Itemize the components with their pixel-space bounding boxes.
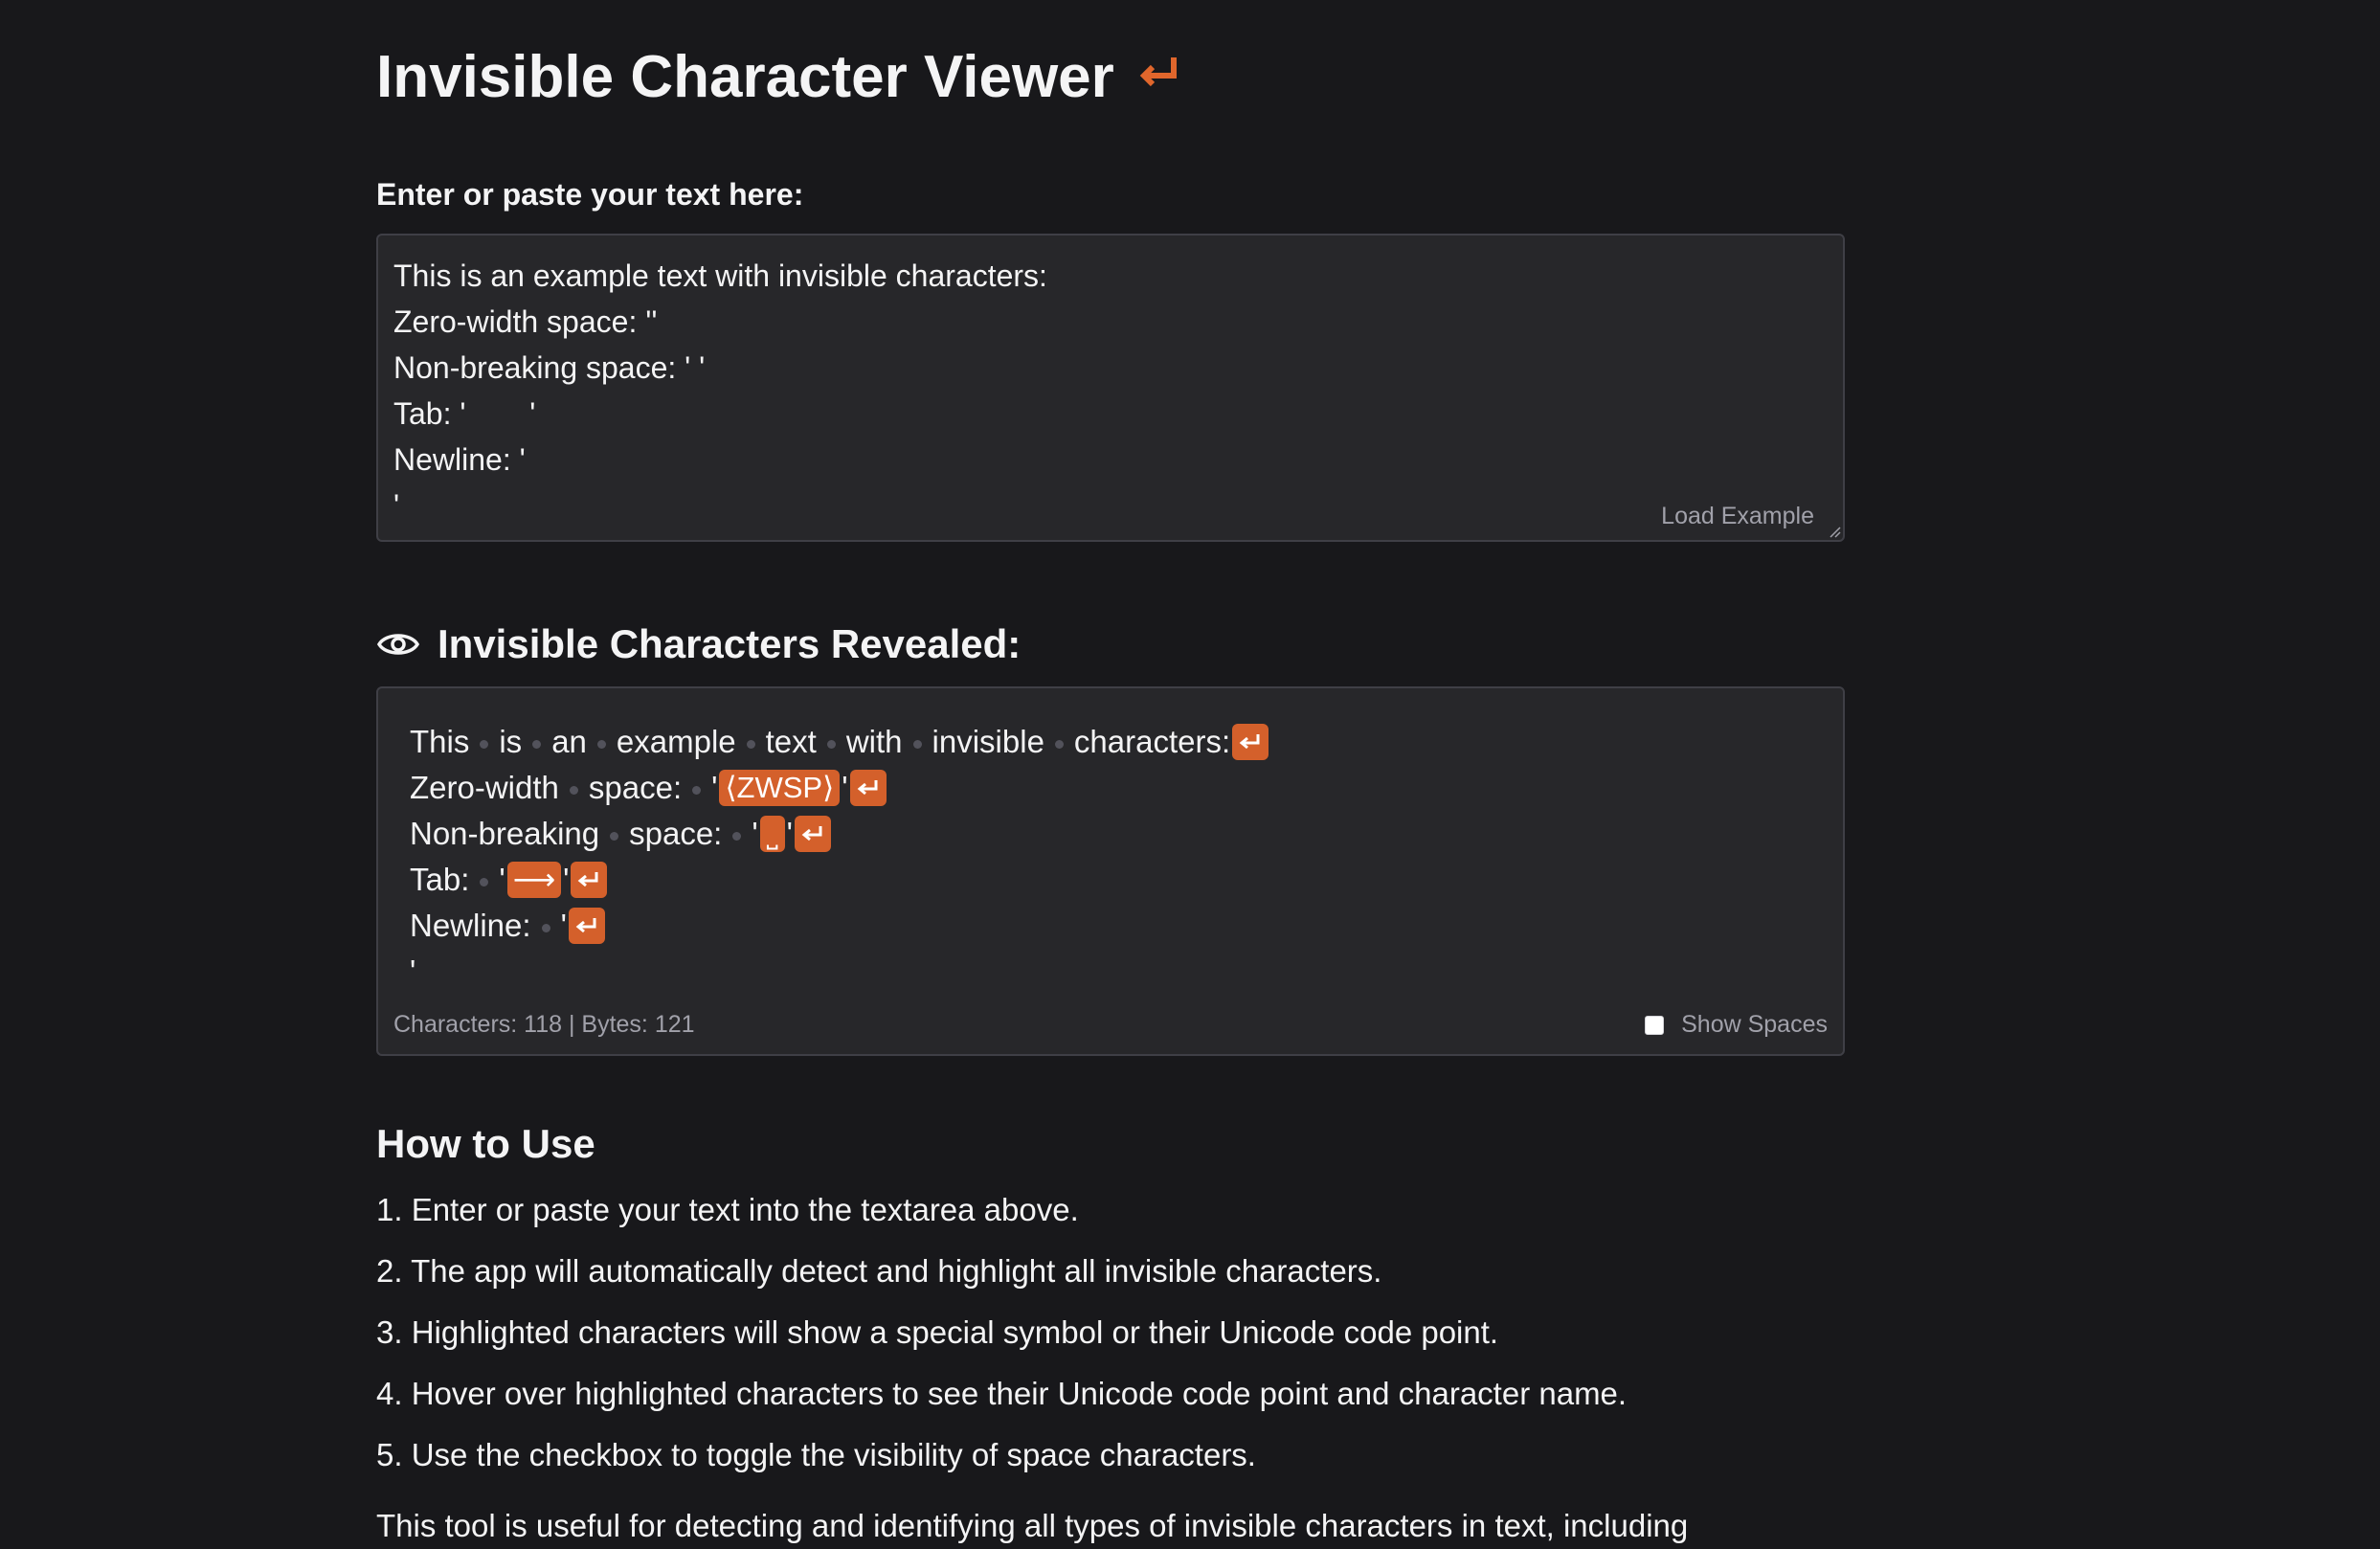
eye-icon <box>376 634 420 655</box>
word: Non-breaking <box>410 816 600 851</box>
revealed-heading-text: Invisible Characters Revealed: <box>438 621 1022 666</box>
show-spaces-toggle[interactable]: Show Spaces <box>1645 1011 1828 1039</box>
space-marker <box>596 739 606 749</box>
word: invisible <box>932 724 1044 759</box>
list-item: 2. The app will automatically detect and… <box>376 1253 1382 1289</box>
space-marker <box>1054 739 1064 749</box>
word: space: <box>588 770 683 805</box>
word: characters: <box>1073 724 1231 759</box>
load-example-button[interactable]: Load Example <box>1661 503 1814 530</box>
word: Newline: <box>410 908 531 943</box>
space-marker <box>480 877 489 887</box>
return-arrow-icon <box>1139 57 1177 87</box>
description-paragraph: This tool is useful for detecting and id… <box>376 1508 1689 1543</box>
return-arrow-icon <box>857 780 877 796</box>
revealed-output: This is an example text with invisible characte… <box>410 719 1270 995</box>
newline-badge[interactable] <box>571 862 608 898</box>
text-input-label: Enter or paste your text here: <box>376 177 804 212</box>
return-arrow-icon <box>575 918 596 933</box>
newline-badge[interactable] <box>568 908 605 944</box>
revealed-line: ' <box>410 949 1270 995</box>
quote: ' <box>842 770 848 805</box>
quote: ' <box>786 816 793 851</box>
space-marker <box>532 739 542 749</box>
space-marker <box>541 923 550 932</box>
list-item: 1. Enter or paste your text into the tex… <box>376 1192 1079 1227</box>
text-input-value[interactable]: This is an example text with invisible c… <box>393 253 1047 528</box>
space-marker <box>692 785 702 795</box>
space-marker <box>746 739 755 749</box>
zwsp-badge[interactable]: ⟨ZWSP⟩ <box>719 770 841 806</box>
revealed-line: Zero-width space: ' ⟨ZWSP⟩ ' <box>410 765 1270 811</box>
text-input-area[interactable]: This is an example text with invisible c… <box>376 234 1845 542</box>
space-marker <box>732 831 742 841</box>
page-title: Invisible Character Viewer <box>376 36 1183 119</box>
word: example <box>616 724 736 759</box>
show-spaces-label[interactable]: Show Spaces <box>1681 1011 1828 1039</box>
list-item: 4. Hover over highlighted characters to … <box>376 1376 1628 1411</box>
space-marker <box>610 831 619 841</box>
revealed-line: Tab: ' ⟶ ' <box>410 857 1270 903</box>
space-marker <box>569 785 578 795</box>
quote: ' <box>410 954 416 989</box>
revealed-line: Newline: ' <box>410 903 1270 949</box>
how-to-use-heading: How to Use <box>376 1121 595 1166</box>
return-arrow-icon <box>1239 734 1260 750</box>
revealed-heading: Invisible Characters Revealed: <box>376 618 1021 670</box>
list-item: 5. Use the checkbox to toggle the visibi… <box>376 1437 1256 1472</box>
newline-badge[interactable] <box>1232 724 1269 760</box>
quote: ' <box>563 862 570 897</box>
return-arrow-icon <box>578 872 598 887</box>
space-marker <box>912 739 922 749</box>
quote: ' <box>560 908 567 943</box>
nbsp-badge[interactable]: ˽ <box>759 816 785 852</box>
newline-badge[interactable] <box>794 816 831 852</box>
list-item: 3. Highlighted characters will show a sp… <box>376 1314 1499 1350</box>
quote: ' <box>752 816 758 851</box>
space-marker <box>480 739 489 749</box>
word: is <box>499 724 523 759</box>
word: Zero-width <box>410 770 559 805</box>
word: space: <box>629 816 723 851</box>
revealed-output-panel: This is an example text with invisible characte… <box>376 686 1845 1056</box>
word: an <box>551 724 587 759</box>
word: Tab: <box>410 862 470 897</box>
word: This <box>410 724 470 759</box>
char-byte-stats: Characters: 118 | Bytes: 121 <box>393 1011 695 1038</box>
word: text <box>765 724 817 759</box>
word: with <box>845 724 903 759</box>
revealed-line: This is an example text with invisible characte… <box>410 719 1270 765</box>
space-marker <box>826 739 836 749</box>
quote: ' <box>711 770 718 805</box>
page-title-text: Invisible Character Viewer <box>376 44 1114 110</box>
revealed-line: Non-breaking space: ' ˽ ' <box>410 811 1270 857</box>
resize-grip-icon[interactable] <box>1828 525 1841 538</box>
tab-badge[interactable]: ⟶ <box>506 862 562 898</box>
quote: ' <box>499 862 505 897</box>
show-spaces-checkbox[interactable] <box>1645 1015 1665 1035</box>
return-arrow-icon <box>801 826 822 842</box>
newline-badge[interactable] <box>849 770 887 806</box>
how-to-use-steps: 1. Enter or paste your text into the tex… <box>376 1187 1627 1493</box>
